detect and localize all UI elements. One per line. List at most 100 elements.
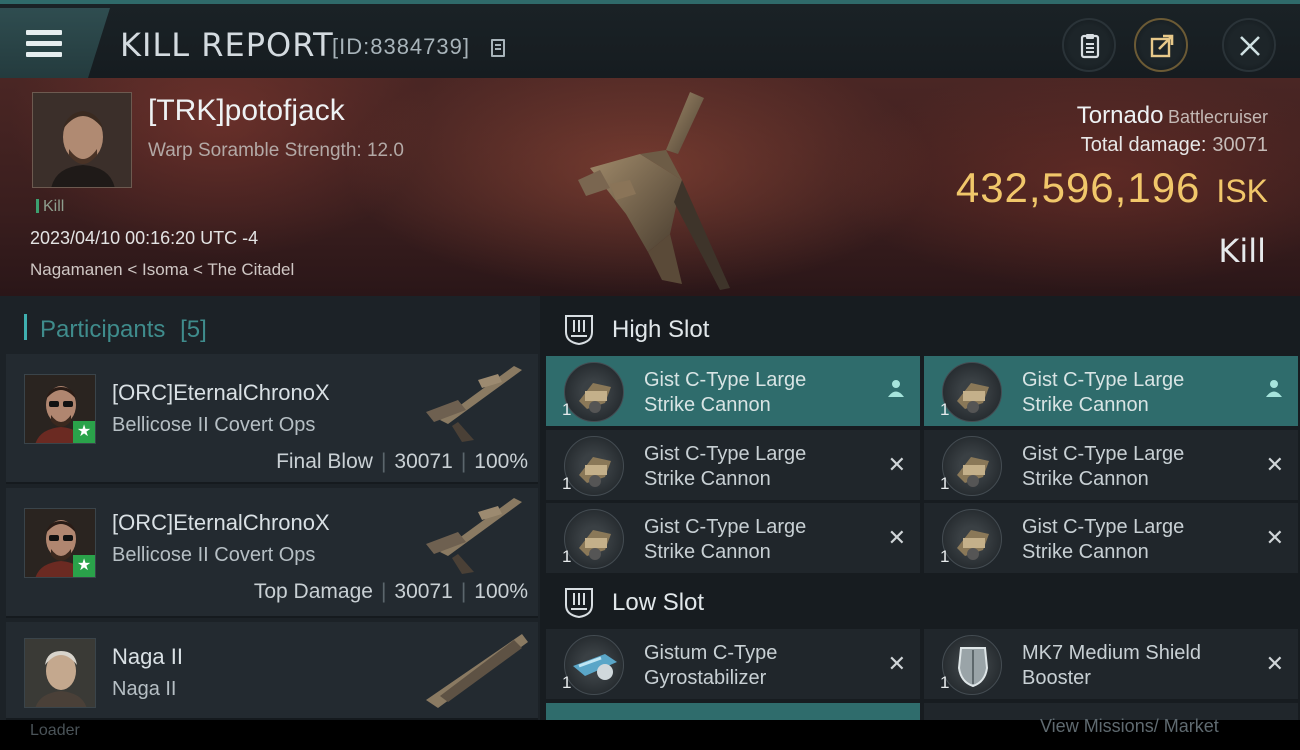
participant-name[interactable]: Naga II <box>112 644 183 670</box>
top-bar: KILL REPORT [ID:8384739] <box>0 0 1300 78</box>
kill-location: Nagamanen < Isoma < The Citadel <box>30 260 295 279</box>
share-button[interactable] <box>1134 18 1188 72</box>
total-damage-value: 30071 <box>1212 134 1268 156</box>
destroyed-x-icon: ✕ <box>887 525 906 550</box>
gyrostabilizer-icon <box>564 635 624 695</box>
shield-booster-icon <box>942 635 1002 695</box>
participant-portrait <box>24 638 96 708</box>
cannon-icon <box>564 509 624 569</box>
participant-damage: 30071 <box>394 450 453 473</box>
slot-item[interactable]: 1 Gist C-Type Large Strike Cannon ✕ <box>546 430 920 500</box>
cannon-icon <box>942 362 1002 422</box>
participant-role: Top Damage <box>253 580 373 603</box>
slot-quantity: 1 <box>940 547 950 566</box>
participant-name[interactable]: [ORC]EternalChronoX <box>112 510 330 536</box>
slot-item-name: Gist C-Type Large Strike Cannon <box>1022 443 1185 490</box>
person-icon <box>1264 378 1284 404</box>
slot-item[interactable]: 1 Gist C-Type Large Strike Cannon ✕ <box>546 503 920 573</box>
participant-role: Final Blow <box>276 450 373 473</box>
high-slot-title: High Slot <box>612 316 710 343</box>
slot-item[interactable]: 1 Gist C-Type Large Strike Cannon ✕ <box>924 503 1298 573</box>
clipboard-button[interactable] <box>1062 18 1116 72</box>
slot-item-partial[interactable] <box>546 703 920 720</box>
slot-item[interactable]: 1 MK7 Medium Shield Booster ✕ <box>924 629 1298 699</box>
slot-quantity: 1 <box>562 400 572 419</box>
low-slot-title: Low Slot <box>612 589 705 616</box>
victim-ship-image[interactable] <box>570 84 740 294</box>
participant-stats: Final Blow | 30071 | 100% <box>276 450 528 473</box>
slot-item[interactable]: 1 Gist C-Type Large Strike Cannon <box>546 356 920 426</box>
participant-row[interactable]: ★ [ORC]EternalChronoX Bellicose II Cover… <box>6 488 538 618</box>
slot-quantity: 1 <box>940 673 950 692</box>
slot-item-name: Gist C-Type Large Strike Cannon <box>644 516 807 563</box>
total-damage: Total damage: 30071 <box>1081 134 1268 157</box>
participant-ship: Bellicose II Covert Ops <box>112 414 316 436</box>
participants-panel: Participants [5] ★ [ORC]EternalChronoX B… <box>0 296 540 720</box>
slot-item[interactable]: 1 Gist C-Type Large Strike Cannon ✕ <box>924 430 1298 500</box>
total-damage-label: Total damage: <box>1080 134 1207 156</box>
kill-tag: Kill <box>36 198 64 216</box>
close-button[interactable] <box>1222 18 1276 72</box>
victim-banner: [TRK]potofjack Warp Soramble Strength: 1… <box>0 78 1300 296</box>
participants-label: Participants <box>40 316 166 343</box>
ship-name: Tornado <box>1076 102 1164 129</box>
slot-item-name: Gist C-Type Large Strike Cannon <box>1022 369 1185 416</box>
participants-count: [5] <box>180 316 207 343</box>
slot-quantity: 1 <box>562 474 572 493</box>
slot-item[interactable]: 1 Gist C-Type Large Strike Cannon <box>924 356 1298 426</box>
friendly-star-icon: ★ <box>73 555 95 577</box>
participant-ship-image <box>426 498 522 574</box>
slot-item-name: Gist C-Type Large Strike Cannon <box>644 369 807 416</box>
participant-stats: Top Damage | 30071 | 100% <box>253 580 528 603</box>
clipboard-icon <box>1080 34 1100 59</box>
footer-hint[interactable]: View Missions/ Market <box>1040 716 1219 737</box>
slot-quantity: 1 <box>562 547 572 566</box>
slot-item-name: Gist C-Type Large Strike Cannon <box>1022 516 1185 563</box>
participants-header: Participants [5] <box>24 314 207 344</box>
participant-ship-image <box>426 366 522 442</box>
destroyed-x-icon: ✕ <box>1265 651 1284 676</box>
result-label: Kill <box>1218 232 1266 270</box>
victim-name[interactable]: [TRK]potofjack <box>148 94 345 128</box>
participant-row[interactable]: Naga II Naga II <box>6 622 538 720</box>
warp-scramble-strength: Warp Soramble Strength: 12.0 <box>148 140 404 161</box>
participant-portrait: ★ <box>24 374 96 444</box>
slot-item[interactable]: 1 Gistum C-Type Gyrostabilizer ✕ <box>546 629 920 699</box>
menu-button[interactable] <box>0 8 110 78</box>
participant-name[interactable]: [ORC]EternalChronoX <box>112 380 330 406</box>
participant-ship-image <box>426 634 528 708</box>
participant-damage: 30071 <box>394 580 453 603</box>
cannon-icon <box>564 362 624 422</box>
destroyed-x-icon: ✕ <box>1265 525 1284 550</box>
participant-ship: Naga II <box>112 678 177 700</box>
slot-quantity: 1 <box>940 400 950 419</box>
ship-class: Battlecruiser <box>1167 107 1268 127</box>
report-id: [ID:8384739] <box>332 34 470 59</box>
close-icon <box>1240 36 1260 56</box>
participant-portrait: ★ <box>24 508 96 578</box>
cannon-icon <box>942 436 1002 496</box>
victim-portrait[interactable] <box>32 92 132 188</box>
kill-datetime: 2023/04/10 00:16:20 UTC -4 <box>30 228 259 248</box>
cannon-icon <box>942 509 1002 569</box>
participant-percent: 100% <box>474 450 528 473</box>
isk-unit: ISK <box>1216 173 1268 209</box>
destroyed-x-icon: ✕ <box>1265 452 1284 477</box>
share-icon <box>1150 34 1174 58</box>
copy-icon[interactable] <box>491 39 505 57</box>
participant-ship: Bellicose II Covert Ops <box>112 544 316 566</box>
slot-item-name: Gistum C-Type Gyrostabilizer <box>644 642 778 689</box>
isk-value: 432,596,196 <box>955 164 1201 211</box>
page-title: KILL REPORT <box>120 26 334 64</box>
person-icon <box>886 378 906 404</box>
destroyed-x-icon: ✕ <box>887 651 906 676</box>
participant-row[interactable]: ★ [ORC]EternalChronoX Bellicose II Cover… <box>6 354 538 484</box>
friendly-star-icon: ★ <box>73 421 95 443</box>
hamburger-icon <box>26 30 62 58</box>
slot-item-name: MK7 Medium Shield Booster <box>1022 642 1201 689</box>
cannon-icon <box>564 436 624 496</box>
destroyed-x-icon: ✕ <box>887 452 906 477</box>
high-slot-icon <box>565 315 593 346</box>
low-slot-icon <box>565 588 593 619</box>
fitting-panel: High Slot 1 Gist C-Type Large Strike Cann… <box>540 296 1300 720</box>
